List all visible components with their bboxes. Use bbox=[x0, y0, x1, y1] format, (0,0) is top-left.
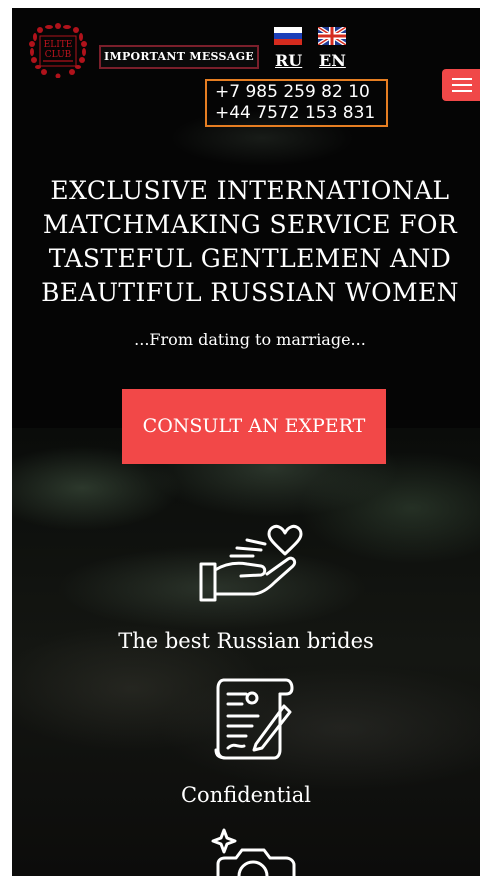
feature-label-brides: The best Russian brides bbox=[118, 629, 374, 653]
phone-number-ru[interactable]: +7 985 259 82 10 bbox=[215, 82, 386, 103]
important-message-button[interactable]: IMPORTANT MESSAGE bbox=[99, 45, 259, 69]
feature-label-confidential: Confidential bbox=[180, 783, 312, 807]
language-link-ru[interactable]: RU bbox=[275, 51, 302, 70]
headline-line: BEAUTIFUL RUSSIAN WOMEN bbox=[41, 278, 459, 307]
hand-heart-icon bbox=[199, 524, 303, 602]
svg-text:ELITE: ELITE bbox=[44, 40, 73, 50]
headline-line: TASTEFUL GENTLEMEN AND bbox=[48, 244, 452, 273]
phone-numbers-box: +7 985 259 82 10 +44 7572 153 831 bbox=[205, 79, 388, 127]
headline-line: EXCLUSIVE INTERNATIONAL bbox=[50, 176, 450, 205]
hamburger-menu-icon[interactable] bbox=[442, 69, 480, 101]
page: ELITE CLUB IMPORTANT MESSAGE RU EN +7 98… bbox=[12, 8, 480, 876]
camera-sparkle-icon bbox=[211, 828, 296, 876]
contract-signing-icon bbox=[214, 678, 294, 760]
headline-line: MATCHMAKING SERVICE FOR bbox=[42, 210, 458, 239]
uk-flag-icon[interactable] bbox=[318, 27, 346, 45]
svg-text:CLUB: CLUB bbox=[45, 50, 72, 60]
elite-club-logo[interactable]: ELITE CLUB bbox=[28, 22, 88, 78]
hero-headline: EXCLUSIVE INTERNATIONAL MATCHMAKING SERV… bbox=[30, 174, 470, 310]
consult-expert-button[interactable]: CONSULT AN EXPERT bbox=[122, 389, 386, 464]
language-link-en[interactable]: EN bbox=[319, 51, 346, 70]
hero-subline: ...From dating to marriage... bbox=[134, 330, 366, 349]
russia-flag-icon[interactable] bbox=[274, 27, 302, 45]
phone-number-uk[interactable]: +44 7572 153 831 bbox=[215, 103, 386, 124]
